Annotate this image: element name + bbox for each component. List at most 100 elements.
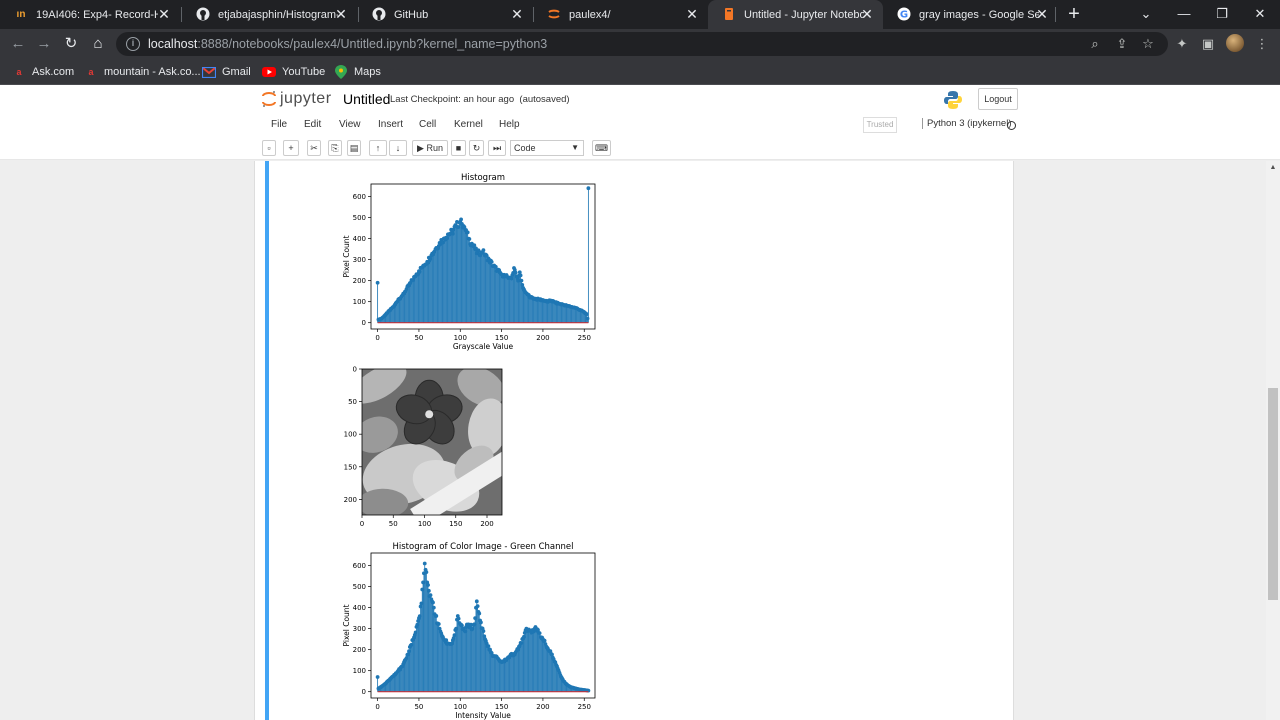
stem-marker bbox=[475, 604, 480, 609]
flower-image bbox=[362, 369, 502, 515]
close-icon[interactable]: ✕ bbox=[859, 6, 875, 22]
notebook-name[interactable]: Untitled bbox=[343, 91, 390, 107]
sidepanel-icon[interactable]: ▣ bbox=[1198, 34, 1218, 54]
tab-4[interactable]: paulex4/ ✕ bbox=[533, 0, 708, 29]
close-icon[interactable]: ✕ bbox=[684, 6, 700, 22]
close-icon[interactable]: ✕ bbox=[1034, 6, 1050, 22]
move-down-icon[interactable]: ↓ bbox=[389, 140, 407, 156]
tab-2[interactable]: etjabajasphin/Histogram-of ✕ bbox=[182, 0, 357, 29]
cell-type-select[interactable]: Code ▼ bbox=[510, 140, 584, 156]
menu-insert[interactable]: Insert bbox=[378, 119, 403, 130]
back-icon[interactable]: ← bbox=[8, 34, 28, 54]
x-tick-label: 0 bbox=[375, 703, 379, 711]
share-icon[interactable]: ⇪ bbox=[1112, 34, 1132, 54]
run-button[interactable]: ▶ Run bbox=[412, 140, 448, 156]
zoom-icon[interactable]: ⌕ bbox=[1085, 34, 1105, 54]
tab-3[interactable]: GitHub ✕ bbox=[358, 0, 533, 29]
keyboard-icon[interactable]: ⌨ bbox=[592, 140, 611, 156]
restart-icon[interactable]: ↻ bbox=[469, 140, 484, 156]
paste-icon[interactable]: ▤ bbox=[347, 140, 361, 156]
info-icon[interactable]: i bbox=[126, 37, 140, 51]
new-tab-button[interactable]: + bbox=[1063, 3, 1085, 25]
notebook-container: Histogram 0 50 100 150 200 250 0 100 200 300 400 500… bbox=[254, 161, 1014, 720]
tab-5-active[interactable]: Untitled - Jupyter Noteboo ✕ bbox=[708, 0, 883, 29]
scroll-thumb[interactable] bbox=[1268, 388, 1278, 600]
svg-text:G: G bbox=[900, 10, 908, 21]
stem-marker bbox=[467, 237, 472, 241]
move-up-icon[interactable]: ↑ bbox=[369, 140, 387, 156]
bookmark-ask[interactable]: a Ask.com bbox=[12, 63, 74, 81]
bookmark-mountain[interactable]: a mountain - Ask.co... bbox=[84, 63, 200, 81]
menu-icon[interactable]: ⋮ bbox=[1252, 34, 1272, 54]
cut-icon[interactable]: ✂ bbox=[307, 140, 321, 156]
x-tick-label: 50 bbox=[389, 520, 398, 528]
window-close-icon[interactable]: ✕ bbox=[1248, 4, 1272, 24]
tab-search-icon[interactable]: ⌄ bbox=[1134, 4, 1158, 24]
x-tick-label: 50 bbox=[414, 703, 423, 711]
page-scrollbar[interactable]: ▲ bbox=[1266, 161, 1280, 720]
menu-bar: File Edit View Insert Cell Kernel Help T… bbox=[262, 114, 1020, 136]
home-icon[interactable]: ⌂ bbox=[88, 34, 108, 54]
histogram-chart-0: Histogram 0 50 100 150 200 250 0 100 200 300 400 500… bbox=[342, 173, 596, 351]
stem-marker bbox=[519, 278, 524, 283]
extensions-icon[interactable]: ✦ bbox=[1172, 34, 1192, 54]
menu-kernel[interactable]: Kernel bbox=[454, 119, 483, 130]
x-tick-label: 50 bbox=[414, 334, 423, 342]
tab-1[interactable]: ın 19AI406: Exp4- Record-Hist ✕ bbox=[0, 0, 180, 29]
jupyter-logo[interactable]: jupyter bbox=[262, 89, 332, 109]
stem-marker bbox=[431, 605, 436, 610]
url-text: localhost:8888/notebooks/paulex4/Untitle… bbox=[148, 37, 548, 51]
stem-marker bbox=[542, 638, 547, 643]
trusted-badge[interactable]: Trusted bbox=[863, 117, 897, 133]
close-icon[interactable]: ✕ bbox=[333, 6, 349, 22]
bookmark-gmail[interactable]: Gmail bbox=[202, 63, 251, 81]
tab-6[interactable]: G gray images - Google Searc ✕ bbox=[883, 0, 1058, 29]
reload-icon[interactable]: ↻ bbox=[61, 34, 81, 54]
jupyter-page: jupyter Untitled Last Checkpoint: an hou… bbox=[0, 85, 1280, 720]
x-tick-label: 250 bbox=[578, 334, 591, 342]
forward-icon[interactable]: → bbox=[34, 34, 54, 54]
stem-marker bbox=[489, 259, 494, 264]
profile-avatar[interactable] bbox=[1226, 34, 1244, 52]
logout-button[interactable]: Logout bbox=[978, 88, 1018, 110]
x-tick-label: 100 bbox=[454, 334, 467, 342]
ask-icon: a bbox=[88, 67, 94, 77]
stem-marker bbox=[426, 588, 431, 593]
save-icon[interactable]: ▫ bbox=[262, 140, 276, 156]
close-icon[interactable]: ✕ bbox=[156, 6, 172, 22]
stem-marker bbox=[375, 280, 380, 285]
restart-run-all-icon[interactable]: ⏭ bbox=[488, 140, 506, 156]
menu-cell[interactable]: Cell bbox=[419, 119, 436, 130]
interrupt-icon[interactable]: ■ bbox=[451, 140, 466, 156]
bookmark-maps[interactable]: Maps bbox=[334, 63, 381, 81]
bookmark-youtube[interactable]: YouTube bbox=[262, 63, 325, 81]
y-tick-label: 400 bbox=[353, 604, 366, 612]
chart-title: Histogram of Color Image - Green Channel bbox=[392, 542, 573, 552]
stem-marker bbox=[459, 217, 463, 222]
x-tick-label: 100 bbox=[454, 703, 467, 711]
stem-marker bbox=[481, 248, 486, 253]
menu-edit[interactable]: Edit bbox=[304, 119, 321, 130]
stem-marker bbox=[375, 675, 380, 679]
x-axis-label: Intensity Value bbox=[455, 711, 511, 720]
copy-icon[interactable]: ⎘ bbox=[328, 140, 342, 156]
stem-marker bbox=[424, 570, 429, 575]
y-tick-label: 100 bbox=[344, 431, 357, 439]
x-tick-label: 0 bbox=[360, 520, 364, 528]
tab-title: gray images - Google Searc bbox=[919, 8, 1039, 21]
close-icon[interactable]: ✕ bbox=[509, 6, 525, 22]
menu-view[interactable]: View bbox=[339, 119, 361, 130]
minimize-icon[interactable]: — bbox=[1172, 4, 1196, 24]
menu-file[interactable]: File bbox=[271, 119, 287, 130]
scroll-up-icon[interactable]: ▲ bbox=[1269, 164, 1277, 172]
x-tick-label: 150 bbox=[449, 520, 462, 528]
menu-help[interactable]: Help bbox=[499, 119, 520, 130]
y-tick-label: 500 bbox=[353, 214, 366, 222]
bookmark-star-icon[interactable]: ☆ bbox=[1138, 34, 1158, 54]
maximize-icon[interactable]: ❐ bbox=[1210, 4, 1234, 24]
add-cell-icon[interactable]: + bbox=[283, 140, 299, 156]
google-icon: G bbox=[897, 7, 911, 21]
stem-marker bbox=[436, 622, 441, 626]
kernel-name[interactable]: Python 3 (ipykernel) bbox=[922, 118, 1011, 129]
address-bar[interactable]: i localhost:8888/notebooks/paulex4/Untit… bbox=[116, 32, 1168, 56]
